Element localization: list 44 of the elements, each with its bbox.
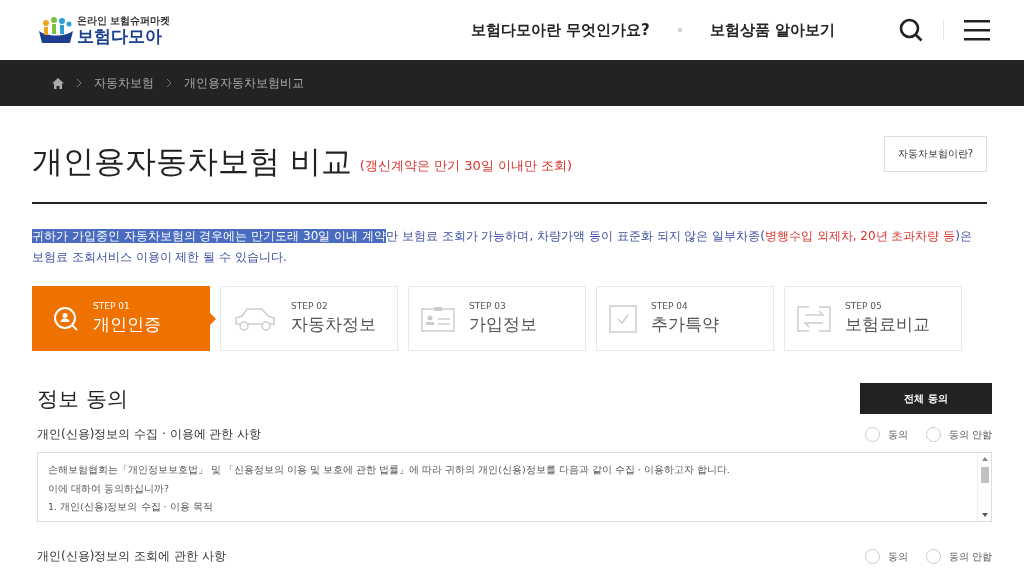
radio-option[interactable]: 동의 <box>864 549 908 565</box>
search-person-icon <box>53 305 79 332</box>
checkbox-icon <box>609 304 637 333</box>
scrollbar[interactable] <box>977 453 991 522</box>
radio-circle[interactable] <box>925 427 941 443</box>
terms-line: 이에 대하여 동의하십니까? <box>48 481 171 496</box>
scroll-up-icon[interactable] <box>981 457 988 462</box>
chevron-icon <box>166 78 172 88</box>
page-title: 개인용자동차보험 비교 <box>32 143 352 181</box>
logo-people-icon <box>38 15 74 45</box>
search-icon[interactable] <box>899 18 923 42</box>
step-tab[interactable]: STEP 04 추가특약 <box>596 286 774 352</box>
chevron-icon <box>76 78 82 88</box>
breadcrumb-link[interactable]: 자동차보험 <box>94 74 154 92</box>
step-tab[interactable]: STEP 03 가입정보 <box>408 286 586 352</box>
nav-link[interactable]: 보험상품 알아보기 <box>709 20 835 40</box>
nav-dot <box>677 28 682 32</box>
logo-name[interactable]: 보험다모아 <box>77 27 171 45</box>
nav-link[interactable]: 보험다모아란 무엇인가요? <box>470 20 650 40</box>
radio-circle[interactable] <box>864 427 880 443</box>
menu-icon[interactable] <box>964 19 990 41</box>
section-title: 정보 동의 <box>37 385 128 413</box>
radio-option[interactable]: 동의 안함 <box>925 427 992 443</box>
radio-circle[interactable] <box>864 549 880 565</box>
step-tab[interactable]: STEP 05 보험료비교 <box>784 286 962 352</box>
terms-box[interactable]: 손해보험협회는「개인정보보호법」 및 「신용정보의 이용 및 보호에 관한 법률」에 따라 귀하의 개인(신용)정보를 다음과 같이 수집 · 이용하고자 합니다. 이에 대하여 동의하십니까? 1. 개인(신용)정보의 수집 · 이용 목적 <box>37 452 992 523</box>
exchange-arrows-icon <box>797 305 831 332</box>
terms-line: 손해보험협회는「개인정보보호법」 및 「신용정보의 이용 및 보호에 관한 법률」에 따라 귀하의 개인(신용)정보를 다음과 같이 수집 · 이용하고자 합니다. <box>48 463 731 478</box>
home-icon[interactable] <box>52 77 64 89</box>
scroll-down-icon[interactable] <box>981 513 988 518</box>
title-note: (갱신계약은 만기 30일 이내만 조회) <box>359 157 573 176</box>
radio-circle[interactable] <box>925 549 941 565</box>
step-tab[interactable]: STEP 02 자동차정보 <box>220 286 398 352</box>
id-card-icon <box>421 305 455 332</box>
logo-tagline: 온라인 보험슈퍼마켓 <box>77 15 171 26</box>
terms-line: 1. 개인(신용)정보의 수집 · 이용 목적 <box>48 500 214 515</box>
breadcrumb-link[interactable]: 개인용자동차보험비교 <box>184 74 304 92</box>
radio-option[interactable]: 동의 안함 <box>925 549 992 565</box>
scroll-thumb[interactable] <box>980 467 989 484</box>
agree-all-button[interactable]: 전체 동의 <box>860 383 992 415</box>
consent-item-title: 개인(신용)정보의 수집 · 이용에 관한 사항 <box>37 426 262 444</box>
radio-option[interactable]: 동의 <box>864 427 908 443</box>
consent-item-title: 개인(신용)정보의 조회에 관한 사항 <box>37 548 226 566</box>
help-button[interactable]: 자동차보험이란? <box>883 136 987 172</box>
